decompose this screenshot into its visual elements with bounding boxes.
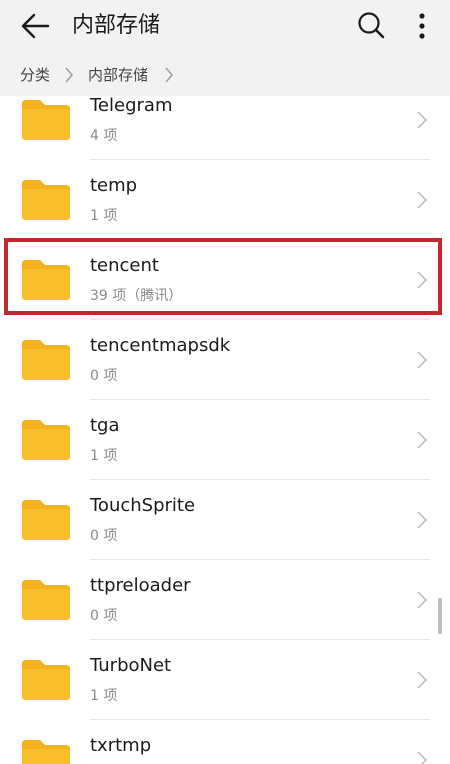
file-name: txrtmp — [90, 735, 152, 756]
folder-body-shape — [22, 189, 70, 220]
file-name: tga — [90, 415, 120, 436]
file-name: temp — [90, 175, 138, 196]
file-meta: 4 项 — [90, 128, 118, 144]
file-meta: 0 项 — [90, 608, 118, 624]
file-meta: 0 项 — [90, 528, 118, 544]
folder-body-shape — [22, 349, 70, 380]
breadcrumb-item-category[interactable]: 分类 — [20, 65, 50, 85]
folder-body-shape — [22, 109, 70, 140]
folder-body-shape — [22, 269, 70, 300]
list-item[interactable]: TurboNet 1 项 — [0, 640, 450, 720]
chevron-right-icon — [417, 271, 428, 289]
page-title: 内部存储 — [72, 13, 161, 38]
file-meta: 0 项 — [90, 368, 118, 384]
file-name: tencentmapsdk — [90, 335, 231, 356]
folder-body-shape — [22, 589, 70, 620]
chevron-right-icon — [65, 67, 74, 83]
scrollbar[interactable] — [438, 598, 442, 634]
chevron-right-icon — [417, 751, 428, 764]
folder-icon — [22, 180, 70, 220]
search-icon[interactable] — [356, 10, 386, 40]
file-meta: 1 项 — [90, 208, 118, 224]
file-name: TurboNet — [90, 655, 172, 676]
list-item[interactable]: TouchSprite 0 项 — [0, 480, 450, 560]
file-meta: 39 项（腾讯） — [90, 288, 183, 304]
folder-icon — [22, 660, 70, 700]
arrow-left-icon[interactable] — [18, 10, 52, 42]
chevron-right-icon — [417, 351, 428, 369]
file-name: Telegram — [90, 96, 173, 116]
list-item[interactable]: ttpreloader 0 项 — [0, 560, 450, 640]
folder-body-shape — [22, 749, 70, 764]
chevron-right-icon — [417, 431, 428, 449]
folder-icon — [22, 260, 70, 300]
file-name: TouchSprite — [90, 495, 196, 516]
list-item[interactable]: Telegram 4 项 — [0, 96, 450, 160]
list-item[interactable]: tencentmapsdk 0 项 — [0, 320, 450, 400]
folder-icon — [22, 580, 70, 620]
chevron-right-icon — [417, 191, 428, 209]
app-header: 内部存储 — [0, 0, 450, 52]
file-meta: 1 项 — [90, 448, 118, 464]
chevron-right-icon — [417, 111, 428, 129]
list-item[interactable]: tga 1 项 — [0, 400, 450, 480]
breadcrumb: 分类 内部存储 — [0, 52, 450, 98]
folder-icon — [22, 740, 70, 764]
list-item[interactable]: tencent 39 项（腾讯） — [0, 240, 450, 320]
folder-icon — [22, 420, 70, 460]
folder-icon — [22, 340, 70, 380]
chevron-right-icon — [417, 591, 428, 609]
list-item[interactable]: temp 1 项 — [0, 160, 450, 240]
folder-icon — [22, 500, 70, 540]
folder-body-shape — [22, 429, 70, 460]
file-name: tencent — [90, 255, 159, 276]
chevron-right-icon — [417, 511, 428, 529]
folder-body-shape — [22, 509, 70, 540]
file-name: ttpreloader — [90, 575, 191, 596]
folder-icon — [22, 100, 70, 140]
breadcrumb-item-internal-storage[interactable]: 内部存储 — [88, 65, 148, 85]
chevron-right-icon — [417, 671, 428, 689]
chevron-right-icon — [165, 67, 174, 83]
file-meta: 1 项 — [90, 688, 118, 704]
folder-body-shape — [22, 669, 70, 700]
file-list[interactable]: Telegram 4 项 temp 1 项 tencent 39 项（腾讯） tencent… — [0, 96, 450, 764]
more-vertical-icon[interactable] — [412, 10, 432, 42]
list-item[interactable]: txrtmp — [0, 720, 450, 764]
